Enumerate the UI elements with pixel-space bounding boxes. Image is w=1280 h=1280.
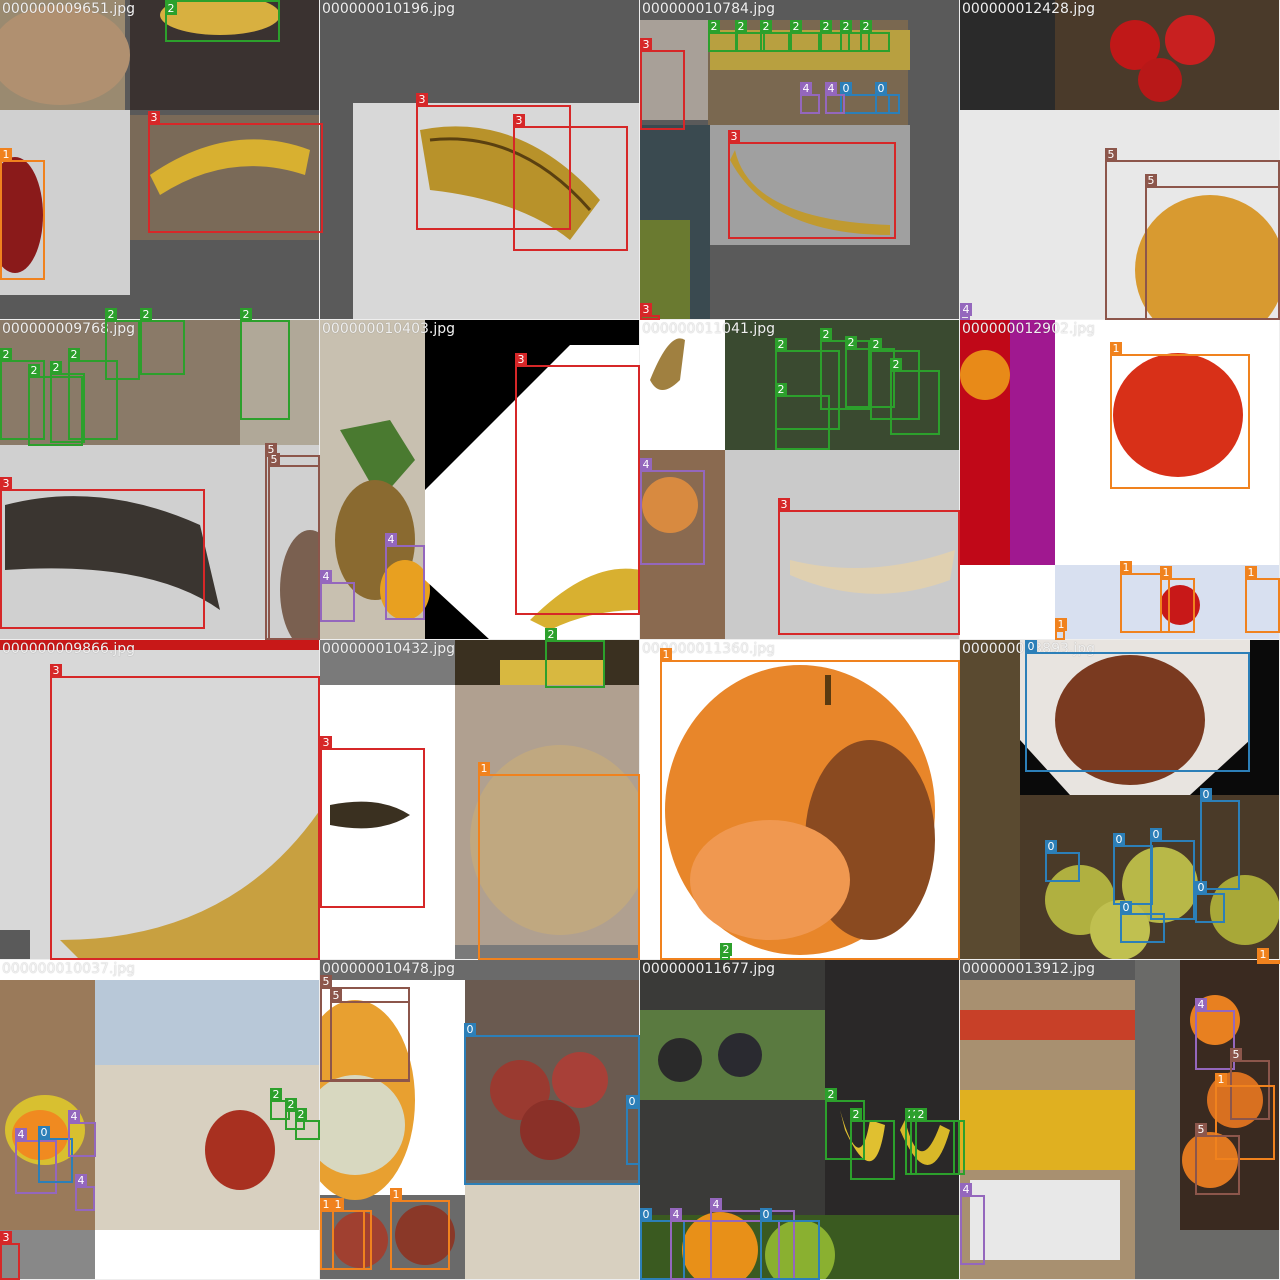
tile-photo-collage xyxy=(0,320,319,639)
tile-photo-collage xyxy=(0,640,319,959)
tile-photo-collage xyxy=(640,0,959,319)
mosaic-tile xyxy=(640,640,960,960)
tile-photo-collage xyxy=(960,640,1279,959)
tile-photo-collage xyxy=(320,320,639,639)
mosaic-tile xyxy=(960,640,1280,960)
tile-photo-collage xyxy=(640,960,959,1279)
mosaic-tile xyxy=(0,640,320,960)
mosaic-tile xyxy=(640,320,960,640)
mosaic-tile xyxy=(320,320,640,640)
mosaic-tile xyxy=(640,960,960,1280)
tile-photo-collage xyxy=(640,640,959,959)
tile-photo-collage xyxy=(960,0,1279,319)
mosaic-tile xyxy=(0,320,320,640)
tile-photo-collage xyxy=(960,960,1279,1279)
tile-photo-collage xyxy=(320,0,639,319)
mosaic-tile xyxy=(320,640,640,960)
tile-photo-collage xyxy=(320,640,639,959)
tile-photo-collage xyxy=(320,960,639,1279)
mosaic-grid xyxy=(0,0,1280,1280)
tile-photo-collage xyxy=(640,320,959,639)
tile-photo-collage xyxy=(0,960,319,1279)
mosaic-tile xyxy=(0,960,320,1280)
tile-photo-collage xyxy=(960,320,1279,639)
mosaic-tile xyxy=(960,960,1280,1280)
mosaic-tile xyxy=(0,0,320,320)
mosaic-tile xyxy=(960,0,1280,320)
tile-photo-collage xyxy=(0,0,319,295)
mosaic-tile xyxy=(320,960,640,1280)
mosaic-tile xyxy=(320,0,640,320)
mosaic-tile xyxy=(960,320,1280,640)
mosaic-tile xyxy=(640,0,960,320)
